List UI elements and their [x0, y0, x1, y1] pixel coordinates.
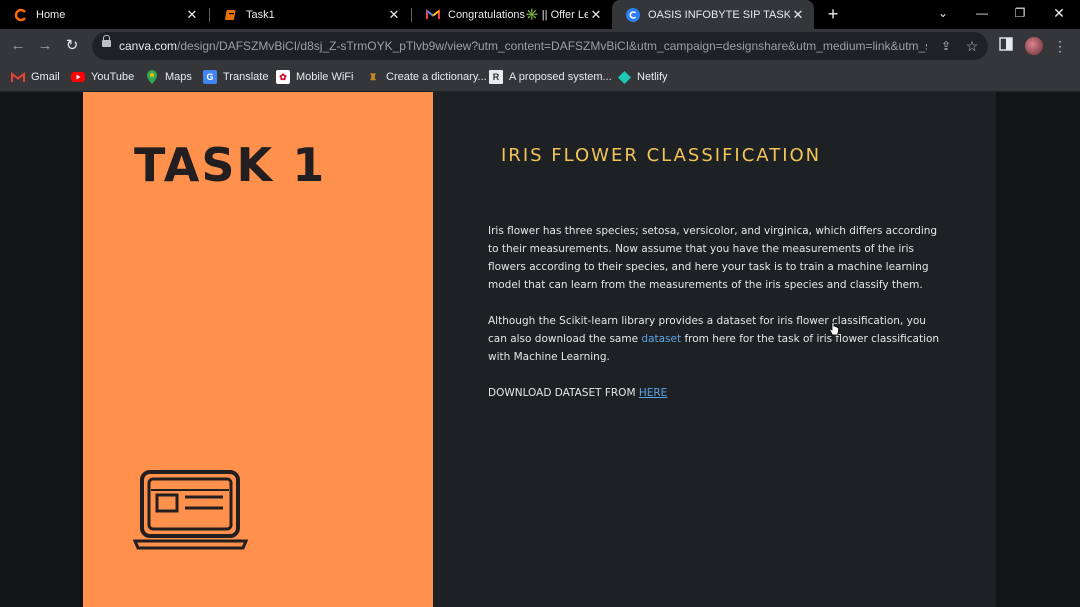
tab-strip: Home ✕ Task1 ✕ Congratulations✳️ || Offe… [0, 0, 1080, 29]
close-icon[interactable]: ✕ [790, 7, 806, 23]
star-icon[interactable]: ☆ [964, 38, 980, 54]
netlify-icon [617, 70, 631, 84]
bookmark-dictionary[interactable]: ♜ Create a dictionary... [366, 63, 487, 91]
tab-title: Congratulations✳️ || Offer Letter [448, 9, 588, 21]
description-paragraph: Iris flower has three species; setosa, v… [488, 225, 938, 291]
document-icon [224, 8, 238, 22]
bookmark-label: Create a dictionary... [386, 71, 487, 83]
task-title: TASK 1 [134, 138, 327, 192]
tab-title: Task1 [246, 8, 275, 21]
tab-task-list[interactable]: OASIS INFOBYTE SIP TASK LIST ✕ [612, 0, 814, 29]
tab-task1[interactable]: Task1 ✕ [210, 0, 410, 29]
reload-button[interactable]: ↻ [62, 36, 82, 56]
bookmark-label: Mobile WiFi [296, 71, 354, 83]
maps-icon [145, 70, 159, 84]
slide-heading: IRIS FLOWER CLASSIFICATION [501, 145, 822, 166]
back-button[interactable]: ← [8, 36, 28, 56]
close-icon[interactable]: ✕ [386, 7, 402, 23]
canva-icon [14, 8, 28, 22]
laptop-icon [133, 470, 249, 550]
dataset-link[interactable]: dataset [641, 333, 681, 345]
window-close-button[interactable]: ✕ [1040, 0, 1078, 29]
tab-search-icon[interactable]: ⌄ [924, 0, 962, 29]
gmail-icon [11, 70, 25, 84]
tab-home[interactable]: Home ✕ [0, 0, 208, 29]
translate-icon: G [203, 70, 217, 84]
tab-offer-letter[interactable]: Congratulations✳️ || Offer Letter ✕ [412, 0, 612, 29]
bookmark-youtube[interactable]: YouTube [71, 63, 134, 91]
page-viewport: TASK 1 IRIS FLOWER CLASSIFICATION Iris f… [0, 92, 1080, 607]
bookmark-label: YouTube [91, 71, 135, 83]
download-line: DOWNLOAD DATASET FROM HERE [488, 384, 943, 402]
url-text[interactable]: canva.com/design/DAFSZMvBiCI/d8sj_Z-sTrm… [119, 32, 927, 60]
here-link[interactable]: HERE [639, 387, 667, 399]
bookmark-label: A proposed system... [509, 71, 612, 83]
bookmark-proposed-system[interactable]: R A proposed system... [489, 63, 612, 91]
gmail-icon [426, 8, 440, 22]
bookmark-label: Translate [223, 71, 269, 83]
side-panel-icon[interactable] [997, 37, 1015, 55]
researchgate-icon: R [489, 70, 503, 84]
close-icon[interactable]: ✕ [588, 7, 604, 23]
content-panel: IRIS FLOWER CLASSIFICATION Iris flower h… [433, 92, 996, 607]
browser-toolbar: ← → ↻ canva.com/design/DAFSZMvBiCI/d8sj_… [0, 29, 1080, 63]
forward-button[interactable]: → [35, 36, 55, 56]
bookmark-label: Netlify [637, 71, 668, 83]
bookmark-icon: ♜ [368, 71, 378, 82]
restore-button[interactable]: ❐ [1001, 0, 1039, 29]
download-label: DOWNLOAD DATASET FROM [488, 387, 639, 399]
bookmark-maps[interactable]: Maps [145, 63, 192, 91]
huawei-icon: ✿ [276, 70, 290, 84]
share-icon[interactable]: ⇪ [938, 38, 954, 54]
new-tab-button[interactable]: + [823, 4, 843, 24]
tab-title: OASIS INFOBYTE SIP TASK LIST [648, 8, 790, 21]
bookmark-label: Gmail [31, 71, 60, 83]
bookmark-mobile-wifi[interactable]: ✿ Mobile WiFi [276, 63, 353, 91]
orange-panel: TASK 1 [83, 92, 433, 607]
close-icon[interactable]: ✕ [184, 7, 200, 23]
lock-icon [102, 35, 111, 47]
bookmark-netlify[interactable]: Netlify [617, 63, 668, 91]
dataset-paragraph: Although the Scikit-learn library provid… [488, 312, 943, 366]
tab-title: Home [36, 8, 66, 21]
hand-cursor-icon [829, 322, 839, 336]
bookmark-translate[interactable]: G Translate [203, 63, 268, 91]
bookmarks-bar: Gmail YouTube Maps G Translate ✿ Mobile … [0, 63, 1080, 92]
menu-icon[interactable]: ⋮ [1051, 37, 1069, 55]
youtube-icon [71, 70, 85, 84]
address-bar[interactable]: canva.com/design/DAFSZMvBiCI/d8sj_Z-sTrm… [92, 32, 988, 60]
bookmark-gmail[interactable]: Gmail [11, 63, 60, 91]
canva-c-icon [626, 7, 640, 22]
profile-avatar[interactable] [1025, 37, 1043, 55]
minimize-button[interactable]: — [963, 0, 1001, 29]
bookmark-label: Maps [165, 71, 192, 83]
